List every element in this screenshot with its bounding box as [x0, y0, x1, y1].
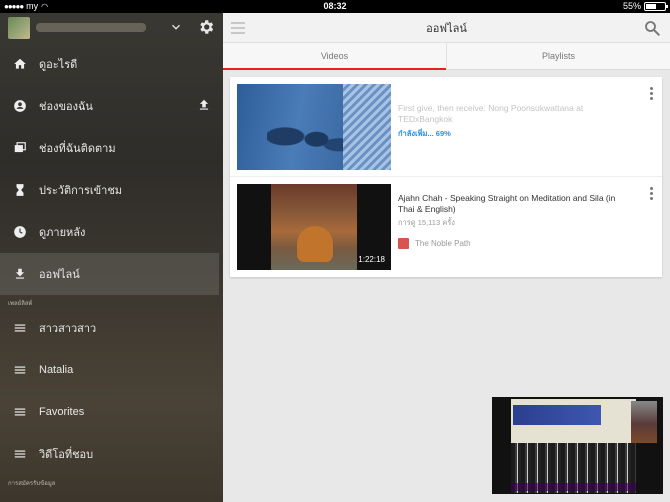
sidebar-item[interactable]: ดูอะไรดี	[0, 43, 223, 85]
channel-icon	[398, 238, 409, 249]
sidebar-item[interactable]: ออฟไลน์	[0, 253, 219, 295]
sidebar-item[interactable]: ช่องของฉัน	[0, 85, 223, 127]
offline-video-list: First give, then receive: Nong Poonsukwa…	[230, 77, 662, 277]
video-thumbnail[interactable]	[237, 84, 391, 170]
menu-icon[interactable]	[231, 22, 245, 34]
clock-icon	[12, 224, 28, 240]
video-frame	[511, 399, 657, 443]
sidebar-item[interactable]: ดูภายหลัง	[0, 211, 223, 253]
account-name	[36, 23, 156, 33]
channel-link[interactable]: The Noble Path	[398, 238, 623, 249]
sidebar-item-label: ออฟไลน์	[39, 269, 80, 281]
video-item[interactable]: First give, then receive: Nong Poonsukwa…	[230, 77, 662, 177]
sidebar-item-label: ช่องของฉัน	[39, 101, 93, 113]
clock: 08:32	[323, 1, 347, 11]
hourglass-icon	[12, 182, 28, 198]
sidebar-item-label: Favorites	[39, 406, 85, 418]
sidebar-item-label: ประวัติการเข้าชม	[39, 185, 123, 197]
sidebar-item[interactable]: ช่องที่ฉันติดตาม	[0, 127, 223, 169]
battery-percent: 55%	[622, 1, 641, 11]
account-icon	[12, 98, 28, 114]
sidebar-item[interactable]: วิดีโอที่ชอบ	[0, 433, 223, 475]
sidebar-item-label: ช่องที่ฉันติดตาม	[39, 143, 116, 155]
more-options-icon[interactable]	[648, 187, 654, 201]
chevron-down-icon[interactable]	[169, 20, 183, 34]
sidebar-item[interactable]: ประวัติการเข้าชม	[0, 169, 223, 211]
playlists-header: เพลย์ลิสต์	[8, 301, 33, 307]
video-thumbnail[interactable]: 1:22:18	[237, 184, 391, 270]
video-duration: 1:22:18	[358, 255, 385, 264]
sidebar-item-label: ดูอะไรดี	[39, 59, 78, 71]
playlist-icon	[12, 320, 28, 336]
sidebar-item[interactable]: Natalia	[0, 349, 223, 391]
tab-videos[interactable]: Videos	[223, 43, 446, 70]
sidebar-item-label: ดูภายหลัง	[39, 227, 86, 239]
view-count: การดู 15,113 ครั้ง	[398, 218, 455, 227]
search-icon[interactable]	[643, 19, 661, 37]
sidebar-item-label: Natalia	[39, 364, 74, 376]
download-progress-overlay	[343, 84, 391, 170]
playlist-icon	[12, 404, 28, 420]
video-title: First give, then receive: Nong Poonsukwa…	[398, 103, 584, 124]
battery-icon	[644, 1, 668, 11]
sidebar-item[interactable]: Favorites	[0, 391, 223, 433]
main-content: ออฟไลน์ Videos Playlists First give, the…	[223, 13, 670, 502]
video-title: Ajahn Chah - Speaking Straight on Medita…	[398, 193, 616, 214]
account-header[interactable]	[0, 13, 223, 43]
channel-name: The Noble Path	[415, 239, 471, 248]
playlist-icon	[12, 446, 28, 462]
sidebar: ดูอะไรดีช่องของฉันช่องที่ฉันติดตามประวัต…	[0, 13, 223, 502]
tab-bar: Videos Playlists	[223, 43, 670, 70]
page-title: ออฟไลน์	[426, 22, 467, 35]
app-bar: ออฟไลน์	[223, 13, 670, 43]
upload-icon[interactable]	[197, 98, 211, 112]
video-item[interactable]: 1:22:18 Ajahn Chah - Speaking Straight o…	[230, 177, 662, 277]
sidebar-item[interactable]: สาวสาวสาว	[0, 307, 223, 349]
mini-player[interactable]	[492, 397, 663, 494]
sidebar-item-label: สาวสาวสาว	[39, 323, 97, 335]
gear-icon[interactable]	[197, 18, 215, 36]
tab-playlists[interactable]: Playlists	[446, 43, 670, 69]
home-icon	[12, 56, 28, 72]
sidebar-item-label: วิดีโอที่ชอบ	[39, 449, 94, 461]
subscriptions-header: การสมัครรับข้อมูล	[8, 481, 56, 487]
download-icon	[12, 266, 28, 282]
avatar[interactable]	[8, 17, 30, 39]
status-bar: ●●●●● my ◠ 08:32 55%	[0, 0, 670, 13]
download-progress-text: กำลังเพิ่ม... 69%	[398, 129, 451, 138]
more-options-icon[interactable]	[648, 87, 654, 101]
subscriptions-icon	[12, 140, 28, 156]
playlist-icon	[12, 362, 28, 378]
